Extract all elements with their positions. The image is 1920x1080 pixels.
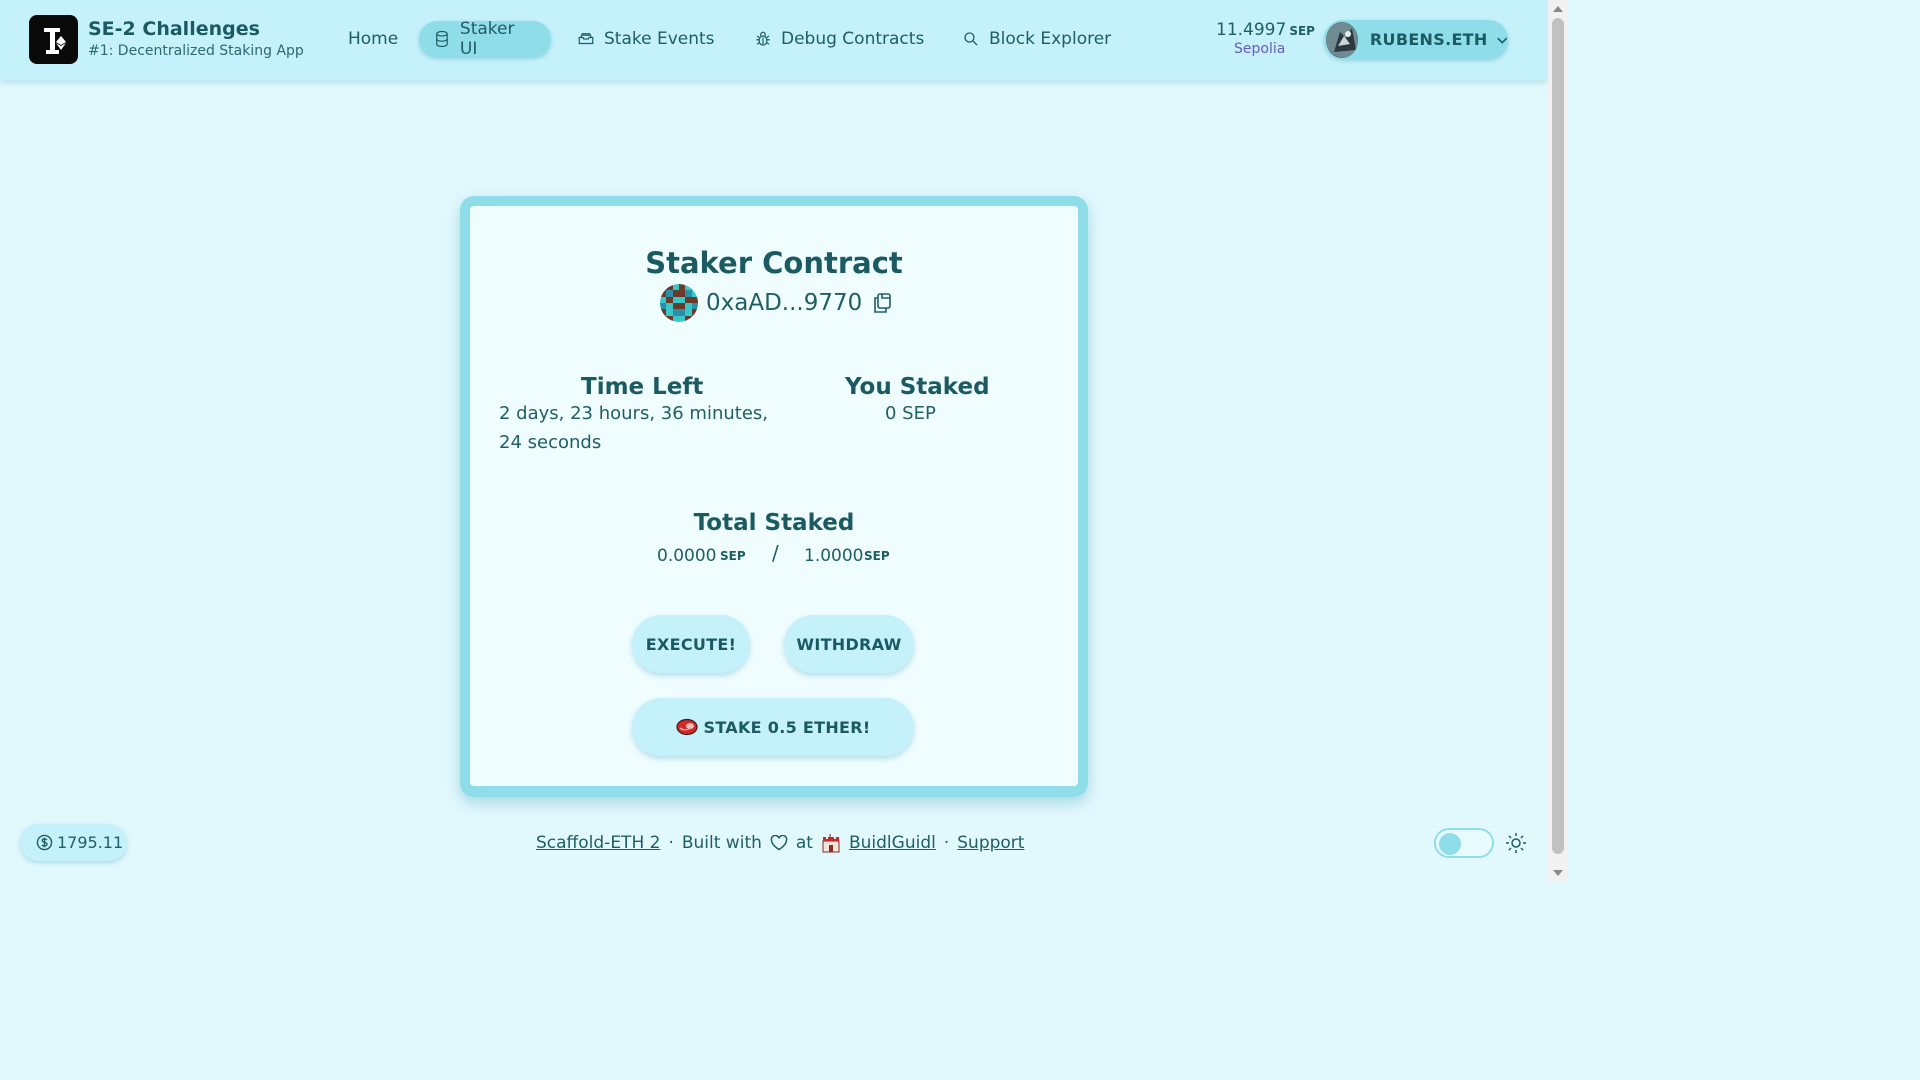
total-staked-value: 0.0000 — [657, 546, 717, 566]
scroll-up-arrow-icon[interactable] — [1553, 6, 1563, 12]
castle-logo-icon — [43, 27, 66, 54]
scroll-down-arrow-icon[interactable] — [1553, 870, 1563, 876]
wallet-balance-value: 11.4997 — [1216, 20, 1287, 40]
avatar-image — [1326, 21, 1358, 58]
total-staked-title: Total Staked — [693, 510, 855, 536]
withdraw-button[interactable]: WITHDRAW — [784, 615, 914, 673]
theme-toggle-knob — [1439, 833, 1461, 855]
total-staked-unit: SEP — [720, 549, 746, 563]
stake-button[interactable]: STAKE 0.5 ETHER! — [632, 698, 914, 756]
staker-card-body: Staker Contract 0xaAD...9770 Time Left 2… — [470, 206, 1078, 786]
theme-toggle[interactable] — [1434, 828, 1494, 858]
nav-debug-contracts-label: Debug Contracts — [781, 29, 925, 49]
nav-debug-contracts[interactable]: Debug Contracts — [740, 21, 938, 57]
account-name: RUBENS.ETH — [1369, 30, 1488, 49]
nav-stake-events-label: Stake Events — [604, 29, 715, 49]
inbox-stack-icon — [578, 33, 594, 45]
nav-home-label: Home — [348, 29, 399, 49]
nav-home[interactable]: Home — [334, 21, 412, 57]
stake-button-label: STAKE 0.5 ETHER! — [703, 717, 871, 737]
bug-icon — [756, 31, 770, 46]
threshold-value: 1.0000 — [804, 546, 864, 566]
chevron-down-icon — [1496, 37, 1507, 44]
search-icon — [964, 32, 978, 46]
time-left-line-2: 24 seconds — [499, 432, 602, 453]
header: SE-2 Challenges #1: Decentralized Stakin… — [0, 0, 1548, 80]
brand-subtitle: #1: Decentralized Staking App — [88, 43, 304, 59]
support-link[interactable]: Support — [957, 833, 1024, 853]
you-staked-value: 0 SEP — [885, 403, 936, 424]
wallet-balance[interactable]: 11.4997 SEP — [1216, 20, 1315, 40]
account-dropdown-button[interactable]: RUBENS.ETH — [1324, 20, 1508, 59]
nav-block-explorer-label: Block Explorer — [989, 29, 1112, 49]
execute-button[interactable]: EXECUTE! — [632, 615, 750, 673]
castle-icon — [822, 834, 840, 853]
card-title: Staker Contract — [645, 246, 903, 280]
heart-icon — [770, 835, 788, 851]
app-logo[interactable] — [29, 15, 78, 64]
network-name: Sepolia — [1234, 41, 1286, 57]
threshold-unit: SEP — [864, 549, 890, 563]
total-separator: / — [772, 541, 779, 565]
eth-price-badge[interactable]: 1795.11 — [20, 824, 127, 861]
footer-links: Scaffold-ETH 2 · Built with at BuidlGuid… — [536, 830, 1024, 856]
address-blockie-icon — [660, 284, 698, 322]
staker-card: Staker Contract 0xaAD...9770 Time Left 2… — [460, 196, 1088, 797]
sun-icon — [1506, 833, 1526, 853]
contract-address[interactable]: 0xaAD...9770 — [660, 284, 892, 322]
avatar — [1326, 21, 1358, 58]
wallet-balance-unit: SEP — [1289, 24, 1315, 38]
brand-title: SE-2 Challenges — [88, 18, 260, 40]
time-left-line-1: 2 days, 23 hours, 36 minutes, — [499, 403, 768, 424]
you-staked-title: You Staked — [845, 374, 990, 400]
nav-stake-events[interactable]: Stake Events — [563, 21, 729, 57]
copy-icon[interactable] — [872, 292, 892, 314]
scrollbar-thumb[interactable] — [1552, 18, 1564, 854]
total-staked-row: 0.0000 SEP / 1.0000 SEP — [470, 541, 1078, 570]
dollar-icon — [36, 834, 53, 851]
buidlguidl-link[interactable]: BuidlGuidl — [849, 833, 936, 853]
vertical-scrollbar[interactable] — [1548, 0, 1568, 882]
nav-block-explorer[interactable]: Block Explorer — [948, 21, 1125, 57]
footer-separator-2: · — [943, 833, 950, 853]
footer-separator: · — [668, 833, 674, 853]
nav-staker-ui-label: Staker UI — [459, 19, 515, 59]
built-with-text: Built with — [681, 833, 762, 853]
scaffold-eth-link[interactable]: Scaffold-ETH 2 — [536, 833, 660, 853]
time-left-title: Time Left — [581, 374, 704, 400]
steak-icon — [675, 718, 698, 736]
database-icon — [436, 30, 448, 48]
time-left-value: 2 days, 23 hours, 36 minutes, 24 seconds — [499, 399, 768, 457]
at-text: at — [795, 833, 813, 853]
nav-staker-ui[interactable]: Staker UI — [419, 19, 551, 59]
eth-price-value: 1795.11 — [57, 833, 124, 852]
contract-address-text: 0xaAD...9770 — [706, 290, 863, 316]
